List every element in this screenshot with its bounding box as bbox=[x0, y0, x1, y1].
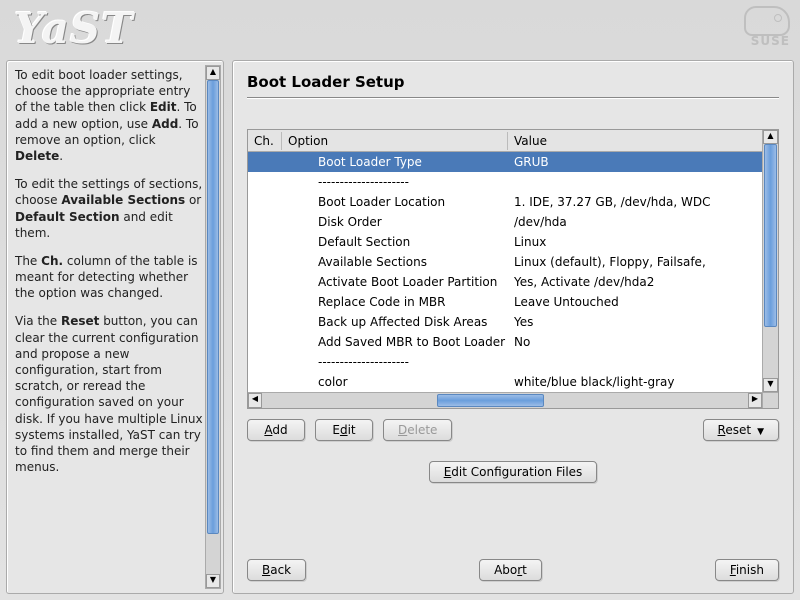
cell-value: No bbox=[508, 335, 762, 349]
scroll-thumb[interactable] bbox=[437, 394, 544, 407]
scroll-right-icon[interactable]: ▶ bbox=[748, 393, 762, 408]
cell-option: Boot Loader Location bbox=[282, 195, 508, 209]
help-text: To edit boot loader settings, choose the… bbox=[15, 67, 205, 475]
help-bold: Add bbox=[152, 117, 178, 131]
help-bold: Edit bbox=[150, 100, 177, 114]
help-bold: Reset bbox=[61, 314, 99, 328]
table-row[interactable]: --------------------- bbox=[248, 172, 762, 192]
col-option[interactable]: Option bbox=[282, 132, 508, 150]
table-row[interactable]: --------------------- bbox=[248, 352, 762, 372]
scroll-corner bbox=[762, 392, 778, 408]
table-vscrollbar[interactable]: ▲ ▼ bbox=[762, 130, 778, 392]
scroll-left-icon[interactable]: ◀ bbox=[248, 393, 262, 408]
title-rule bbox=[247, 97, 779, 99]
cell-value: Leave Untouched bbox=[508, 295, 762, 309]
col-ch[interactable]: Ch. bbox=[248, 132, 282, 150]
btn-rest: inish bbox=[736, 563, 764, 577]
scroll-down-icon[interactable]: ▼ bbox=[763, 378, 778, 392]
table-row[interactable]: Available SectionsLinux (default), Flopp… bbox=[248, 252, 762, 272]
delete-button[interactable]: Delete bbox=[383, 419, 452, 441]
cell-option: Back up Affected Disk Areas bbox=[282, 315, 508, 329]
help-span: button, you can clear the current config… bbox=[15, 314, 203, 474]
yast-logo: YaST bbox=[14, 4, 134, 53]
help-panel: To edit boot loader settings, choose the… bbox=[6, 60, 224, 594]
cell-value: /dev/hda bbox=[508, 215, 762, 229]
cell-value: GRUB bbox=[508, 155, 762, 169]
edit-config-files-button[interactable]: Edit Configuration Files bbox=[429, 461, 598, 483]
table-row[interactable]: Boot Loader TypeGRUB bbox=[248, 152, 762, 172]
abort-button[interactable]: Abort bbox=[479, 559, 542, 581]
cell-value: white/blue black/light-gray bbox=[508, 375, 762, 389]
help-bold: Delete bbox=[15, 149, 59, 163]
cell-value: Yes bbox=[508, 315, 762, 329]
cell-option: color bbox=[282, 375, 508, 389]
help-bold: Available Sections bbox=[61, 193, 185, 207]
btn-pre: E bbox=[332, 423, 340, 437]
cell-value: Linux bbox=[508, 235, 762, 249]
btn-rest: t bbox=[522, 563, 527, 577]
col-value[interactable]: Value bbox=[508, 132, 778, 150]
table-row[interactable]: Disk Order/dev/hda bbox=[248, 212, 762, 232]
table-header: Ch. Option Value bbox=[248, 130, 778, 152]
help-span: . bbox=[59, 149, 63, 163]
btn-rest: dd bbox=[272, 423, 287, 437]
help-bold: Default Section bbox=[15, 210, 120, 224]
table-row[interactable]: Activate Boot Loader PartitionYes, Activ… bbox=[248, 272, 762, 292]
finish-button[interactable]: Finish bbox=[715, 559, 779, 581]
btn-rest: elete bbox=[407, 423, 437, 437]
chevron-down-icon: ▼ bbox=[757, 427, 764, 437]
cell-value: 1. IDE, 37.27 GB, /dev/hda, WDC bbox=[508, 195, 762, 209]
chameleon-icon bbox=[744, 6, 790, 36]
table-row[interactable]: Replace Code in MBRLeave Untouched bbox=[248, 292, 762, 312]
cell-option: Default Section bbox=[282, 235, 508, 249]
help-bold: Ch. bbox=[41, 254, 63, 268]
add-button[interactable]: Add bbox=[247, 419, 305, 441]
table-row[interactable]: Back up Affected Disk AreasYes bbox=[248, 312, 762, 332]
table-row[interactable]: Boot Loader Location1. IDE, 37.27 GB, /d… bbox=[248, 192, 762, 212]
cell-option: --------------------- bbox=[282, 355, 508, 369]
cell-value: Yes, Activate /dev/hda2 bbox=[508, 275, 762, 289]
suse-text: SUSE bbox=[744, 34, 790, 48]
btn-rest: eset bbox=[725, 423, 751, 437]
cell-option: Boot Loader Type bbox=[282, 155, 508, 169]
suse-logo: SUSE bbox=[744, 4, 790, 48]
scroll-up-icon[interactable]: ▲ bbox=[206, 66, 220, 80]
back-button[interactable]: Back bbox=[247, 559, 306, 581]
cell-value: Linux (default), Floppy, Failsafe, bbox=[508, 255, 762, 269]
scroll-up-icon[interactable]: ▲ bbox=[763, 130, 778, 144]
page-title: Boot Loader Setup bbox=[247, 73, 779, 91]
btn-pre: Abo bbox=[494, 563, 517, 577]
table-body[interactable]: Boot Loader TypeGRUB--------------------… bbox=[248, 152, 762, 392]
reset-button[interactable]: Reset▼ bbox=[703, 419, 779, 441]
btn-rest: ack bbox=[270, 563, 291, 577]
table-row[interactable]: colorwhite/blue black/light-gray bbox=[248, 372, 762, 392]
table-row[interactable]: Add Saved MBR to Boot Loader MenuNo bbox=[248, 332, 762, 352]
scroll-thumb[interactable] bbox=[207, 80, 219, 534]
edit-button[interactable]: Edit bbox=[315, 419, 373, 441]
btn-rest: it bbox=[348, 423, 356, 437]
help-span: The bbox=[15, 254, 41, 268]
btn-rest: dit Configuration Files bbox=[451, 465, 582, 479]
table-row[interactable]: Default SectionLinux bbox=[248, 232, 762, 252]
options-table: Ch. Option Value Boot Loader TypeGRUB---… bbox=[247, 129, 779, 409]
cell-option: Activate Boot Loader Partition bbox=[282, 275, 508, 289]
cell-option: Available Sections bbox=[282, 255, 508, 269]
help-span: or bbox=[185, 193, 201, 207]
help-span: Via the bbox=[15, 314, 61, 328]
cell-option: Add Saved MBR to Boot Loader Menu bbox=[282, 335, 508, 349]
cell-option: --------------------- bbox=[282, 175, 508, 189]
scroll-down-icon[interactable]: ▼ bbox=[206, 574, 220, 588]
cell-option: Disk Order bbox=[282, 215, 508, 229]
scroll-thumb[interactable] bbox=[764, 144, 777, 327]
help-scrollbar[interactable]: ▲ ▼ bbox=[205, 65, 221, 589]
table-hscrollbar[interactable]: ◀ ▶ bbox=[248, 392, 762, 408]
cell-option: Replace Code in MBR bbox=[282, 295, 508, 309]
main-panel: Boot Loader Setup Ch. Option Value Boot … bbox=[232, 60, 794, 594]
